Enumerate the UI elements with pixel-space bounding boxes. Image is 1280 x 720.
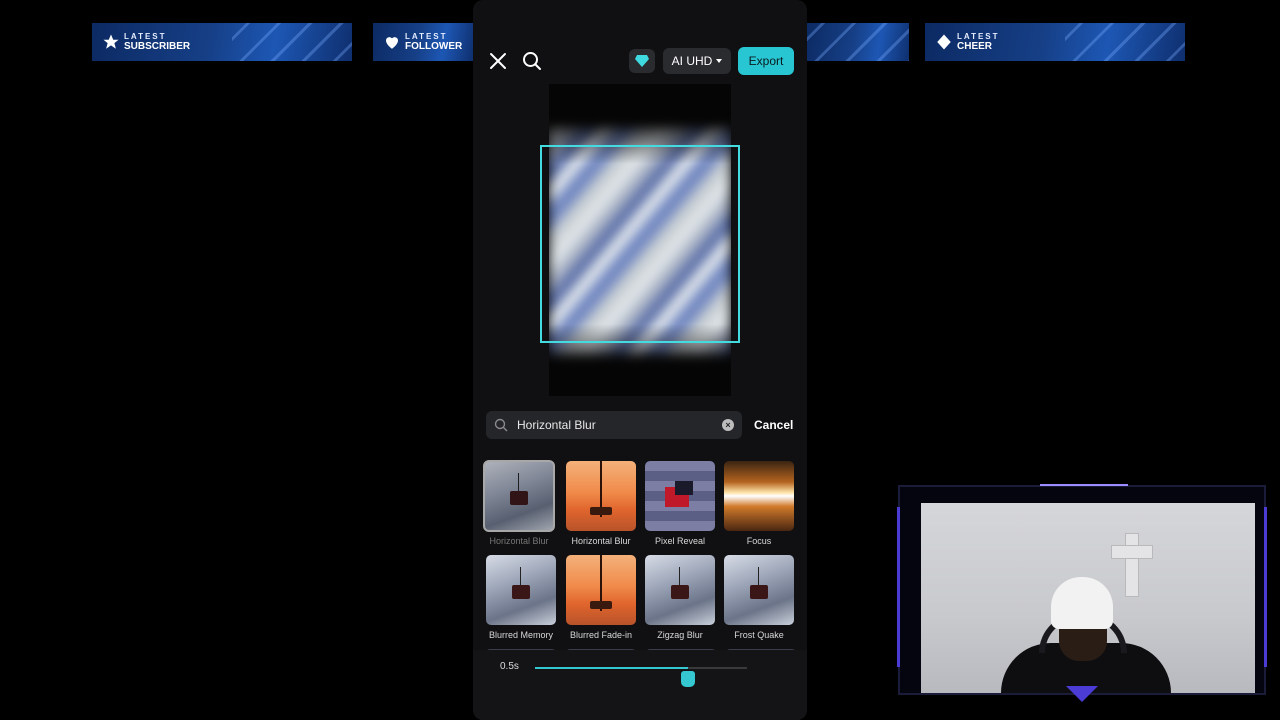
duration-slider-track[interactable] <box>535 667 747 669</box>
search-icon <box>494 418 508 432</box>
effect-label: Zigzag Blur <box>657 630 703 640</box>
editor-toolbar: AI UHD Export <box>473 46 807 76</box>
webcam-triangle-accent <box>1066 686 1098 702</box>
duration-panel: 0.5s <box>473 650 807 720</box>
banner-name: FOLLOWER <box>405 41 463 52</box>
effect-tile[interactable]: Pixel Reveal <box>645 461 715 546</box>
banner-name: SUBSCRIBER <box>124 41 191 52</box>
diamond-icon <box>934 32 954 52</box>
effect-thumbnail <box>645 555 715 625</box>
effect-label: Blurred Memory <box>488 630 553 640</box>
duration-slider-fill <box>535 667 688 669</box>
effect-thumbnail <box>486 555 556 625</box>
effect-tile[interactable]: Frost Quake <box>724 555 794 640</box>
effect-tile[interactable]: Focus <box>724 461 794 546</box>
effect-tile[interactable]: Horizontal Blur <box>483 460 555 546</box>
heart-icon <box>382 32 402 52</box>
effect-label: Focus <box>746 536 772 546</box>
effect-label: Horizontal Blur <box>571 536 631 546</box>
search-input[interactable]: Horizontal Blur <box>517 418 596 432</box>
effect-thumbnail <box>483 460 555 532</box>
webcam-edge-left <box>897 507 900 667</box>
close-icon[interactable] <box>487 50 509 72</box>
duration-value: 0.5s <box>500 661 519 672</box>
effect-search-bar[interactable]: Horizontal Blur × <box>486 411 742 439</box>
clear-search-icon[interactable]: × <box>722 419 734 431</box>
latest-subscriber-banner: LATEST SUBSCRIBER <box>92 23 352 61</box>
effect-thumbnail <box>566 461 636 531</box>
webcam-edge-right <box>1264 507 1267 667</box>
caret-down-icon <box>716 59 723 63</box>
webcam-top-accent <box>1040 484 1128 486</box>
effect-label: Frost Quake <box>734 630 784 640</box>
effect-thumbnail <box>724 461 794 531</box>
effect-thumbnail <box>724 555 794 625</box>
cancel-button[interactable]: Cancel <box>754 418 793 432</box>
webcam-video <box>921 503 1255 693</box>
effect-tile[interactable]: Zigzag Blur <box>645 555 715 640</box>
phone-screen: AI UHD Export Horizontal Blur × Cancel H… <box>473 0 807 720</box>
quality-label: AI UHD <box>671 54 713 68</box>
streamer-cap <box>1051 577 1113 629</box>
export-button[interactable]: Export <box>738 47 794 75</box>
premium-gem-button[interactable] <box>629 49 655 73</box>
search-icon[interactable] <box>521 50 543 72</box>
duration-slider-handle[interactable] <box>680 671 695 687</box>
effect-tile[interactable]: Blurred Memory <box>486 555 556 640</box>
effect-thumbnail <box>566 555 636 625</box>
effect-label: Horizontal Blur <box>489 536 549 546</box>
latest-follower-banner: LATEST FOLLOWER <box>373 23 473 61</box>
effect-label: Blurred Fade-in <box>569 630 633 640</box>
clip-selection-frame[interactable] <box>540 145 740 343</box>
effect-tile[interactable]: Horizontal Blur <box>566 461 636 546</box>
quality-dropdown[interactable]: AI UHD <box>663 48 731 74</box>
latest-cheer-banner: LATEST CHEER <box>925 23 1185 61</box>
banner-stripes <box>1065 23 1185 61</box>
hidden-banner-segment <box>807 23 909 61</box>
banner-stripes <box>807 23 909 61</box>
gem-icon <box>635 55 649 67</box>
banner-stripes <box>232 23 352 61</box>
effect-label: Pixel Reveal <box>654 536 706 546</box>
effect-tile[interactable]: Blurred Fade-in <box>566 555 636 640</box>
effect-thumbnail <box>645 461 715 531</box>
wall-cross <box>1111 533 1153 597</box>
banner-name: CHEER <box>957 41 993 52</box>
star-icon <box>101 32 121 52</box>
webcam-frame <box>897 484 1267 702</box>
